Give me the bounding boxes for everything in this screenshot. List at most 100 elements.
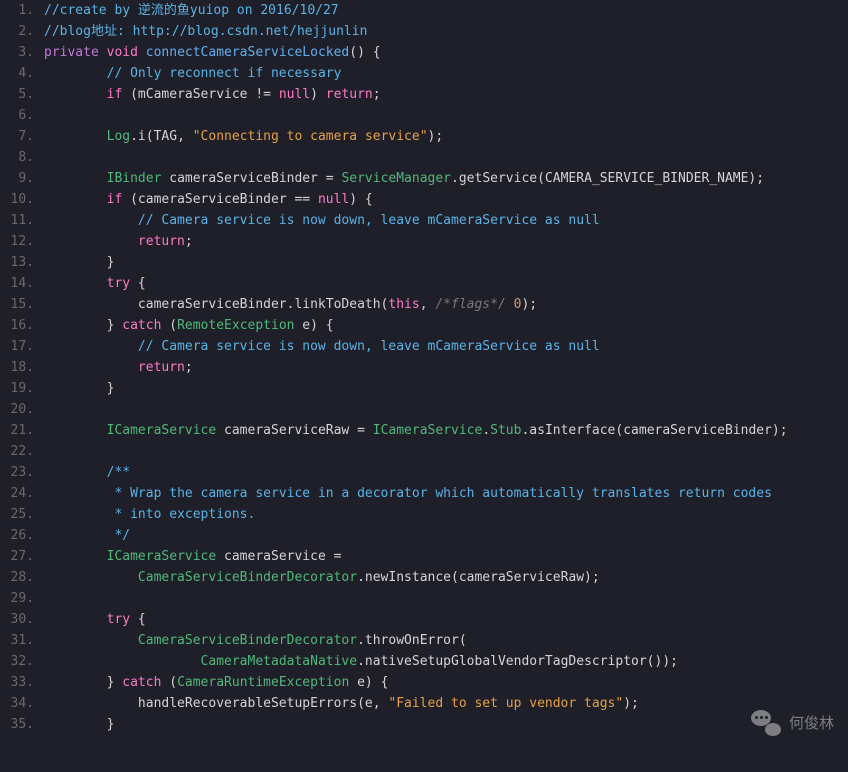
code-line: IBinder cameraServiceBinder = ServiceMan… [44, 168, 848, 189]
token: ( [161, 675, 177, 690]
token [44, 276, 107, 291]
line-number: 25. [0, 504, 34, 525]
token: try [107, 276, 130, 291]
code-line: CameraServiceBinderDecorator.newInstance… [44, 567, 848, 588]
token: null [318, 192, 349, 207]
token [44, 528, 114, 543]
code-line: cameraServiceBinder.linkToDeath(this, /*… [44, 294, 848, 315]
token [44, 507, 114, 522]
token [44, 654, 201, 669]
token: e) { [349, 675, 388, 690]
code-line: Log.i(TAG, "Connecting to camera service… [44, 126, 848, 147]
token [44, 570, 138, 585]
token: ); [428, 129, 444, 144]
token: .nativeSetupGlobalVendorTagDescriptor())… [357, 654, 678, 669]
token: ); [521, 297, 537, 312]
code-line: } [44, 378, 848, 399]
token: if [107, 192, 123, 207]
token: () { [349, 45, 380, 60]
token: (cameraServiceBinder == [122, 192, 318, 207]
token: return [138, 360, 185, 375]
code-editor: 1.2.3.4.5.6.7.8.9.10.11.12.13.14.15.16.1… [0, 0, 848, 772]
code-line [44, 399, 848, 420]
line-number: 17. [0, 336, 34, 357]
token: ) [310, 87, 326, 102]
code-line: if (mCameraService != null) return; [44, 84, 848, 105]
token: // Only reconnect if necessary [107, 66, 342, 81]
code-line [44, 441, 848, 462]
line-number: 6. [0, 105, 34, 126]
token: (mCameraService != [122, 87, 279, 102]
token: return [326, 87, 373, 102]
token [506, 297, 514, 312]
line-number: 9. [0, 168, 34, 189]
token: { [130, 612, 146, 627]
token [44, 465, 107, 480]
token: CameraMetadataNative [201, 654, 358, 669]
token: RemoteException [177, 318, 294, 333]
token: IBinder [107, 171, 162, 186]
token: "Connecting to camera service" [193, 129, 428, 144]
code-line: try { [44, 609, 848, 630]
line-number: 12. [0, 231, 34, 252]
wechat-icon [751, 710, 781, 736]
token: } [44, 717, 114, 732]
token [44, 549, 107, 564]
token: } [44, 381, 114, 396]
token: ; [185, 234, 193, 249]
token [138, 45, 146, 60]
line-number: 10. [0, 189, 34, 210]
line-number: 15. [0, 294, 34, 315]
line-number: 4. [0, 63, 34, 84]
token [44, 339, 138, 354]
token: ServiceManager [341, 171, 451, 186]
token: null [279, 87, 310, 102]
line-number: 23. [0, 462, 34, 483]
token [44, 234, 138, 249]
token: Log [107, 129, 130, 144]
token: cameraServiceBinder.linkToDeath( [44, 297, 388, 312]
code-line [44, 105, 848, 126]
token: ICameraService [373, 423, 483, 438]
token: CameraServiceBinderDecorator [138, 633, 357, 648]
token: cameraService = [216, 549, 341, 564]
line-number: 16. [0, 315, 34, 336]
code-line: } [44, 714, 848, 735]
code-line [44, 147, 848, 168]
token: handleRecoverableSetupErrors(e, [44, 696, 388, 711]
code-area: //create by 逆流的鱼yuiop on 2016/10/27//blo… [44, 0, 848, 772]
line-number: 7. [0, 126, 34, 147]
token: .asInterface(cameraServiceBinder); [521, 423, 787, 438]
token: cameraServiceBinder = [161, 171, 341, 186]
code-line: return; [44, 357, 848, 378]
token [44, 444, 52, 459]
token: /** [107, 465, 130, 480]
token [44, 87, 107, 102]
token: . [482, 423, 490, 438]
token: ); [623, 696, 639, 711]
token [44, 612, 107, 627]
line-number: 29. [0, 588, 34, 609]
line-number: 1. [0, 0, 34, 21]
token: catch [122, 675, 161, 690]
code-line: try { [44, 273, 848, 294]
token: .getService(CAMERA_SERVICE_BINDER_NAME); [451, 171, 764, 186]
token: ( [161, 318, 177, 333]
token: } [44, 255, 114, 270]
line-number: 30. [0, 609, 34, 630]
line-number: 35. [0, 714, 34, 735]
code-line: * into exceptions. [44, 504, 848, 525]
code-line: private void connectCameraServiceLocked(… [44, 42, 848, 63]
code-line: // Camera service is now down, leave mCa… [44, 336, 848, 357]
token: private [44, 45, 99, 60]
watermark: 何俊林 [751, 710, 834, 736]
token [44, 213, 138, 228]
token: if [107, 87, 123, 102]
token: } [44, 675, 122, 690]
code-line: ICameraService cameraServiceRaw = ICamer… [44, 420, 848, 441]
token: ) { [349, 192, 372, 207]
line-number: 22. [0, 441, 34, 462]
line-number: 19. [0, 378, 34, 399]
token: */ [114, 528, 130, 543]
token: ICameraService [107, 423, 217, 438]
